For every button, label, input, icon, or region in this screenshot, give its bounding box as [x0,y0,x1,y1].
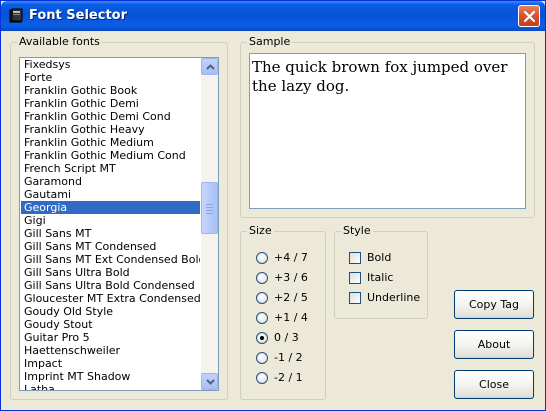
scroll-grip [206,213,213,214]
font-list-item[interactable]: Impact [21,357,200,370]
font-list-item[interactable]: Gautami [21,188,200,201]
checkbox-icon[interactable] [349,272,361,284]
font-list-scrollbar[interactable] [201,58,218,390]
style-option-bold[interactable]: Bold [349,251,421,265]
chevron-up-icon [206,64,215,70]
window-close-button[interactable] [518,5,540,27]
style-option-italic[interactable]: Italic [349,271,421,285]
sample-text: The quick brown fox jumped over the lazy… [252,58,508,95]
radio-button-icon[interactable] [256,272,268,284]
size-option-label: -2 / 1 [274,371,303,384]
font-list-item[interactable]: Gloucester MT Extra Condensed [21,292,200,305]
size-label: Size [247,224,274,237]
font-list-item[interactable]: Franklin Gothic Medium [21,136,200,149]
size-option[interactable]: -1 / 2 [256,351,316,365]
style-option-label: Bold [367,251,392,264]
size-option[interactable]: +2 / 5 [256,291,316,305]
app-book-icon [9,8,23,23]
sample-label: Sample [247,35,293,48]
scroll-up-button[interactable] [201,58,218,75]
font-list-item[interactable]: French Script MT [21,162,200,175]
font-list-item[interactable]: Latha [21,383,200,390]
radio-button-icon[interactable] [256,352,268,364]
font-selector-window: Font Selector Available fonts Fixedsys Fo… [0,0,546,411]
font-list-item[interactable]: Fixedsys [21,58,200,71]
checkbox-icon[interactable] [349,292,361,304]
chevron-down-icon [206,379,215,385]
size-option-label: +2 / 5 [274,291,308,304]
radio-button-icon[interactable] [256,332,268,344]
style-option-underline[interactable]: Underline [349,291,421,305]
font-list-item[interactable]: Gigi [21,214,200,227]
size-option-label: +4 / 7 [274,251,308,264]
radio-button-icon[interactable] [256,292,268,304]
font-list-item[interactable]: Franklin Gothic Demi Cond [21,110,200,123]
font-list-item[interactable]: Garamond [21,175,200,188]
size-option[interactable]: +4 / 7 [256,251,316,265]
style-option-label: Underline [367,291,421,304]
font-list-item[interactable]: Gill Sans MT Condensed [21,240,200,253]
font-list-item[interactable]: Gill Sans Ultra Bold [21,266,200,279]
font-list-item[interactable]: Haettenschweiler [21,344,200,357]
sample-preview: The quick brown fox jumped over the lazy… [249,53,526,209]
radio-button-icon[interactable] [256,312,268,324]
size-option[interactable]: 0 / 3 [256,331,316,345]
scroll-grip [206,204,213,205]
scroll-grip [206,207,213,208]
title-bar[interactable]: Font Selector [1,1,545,31]
font-list-item[interactable]: Goudy Stout [21,318,200,331]
font-list-item[interactable]: Franklin Gothic Heavy [21,123,200,136]
size-option[interactable]: -2 / 1 [256,371,316,385]
scroll-grip [206,210,213,211]
radio-button-icon[interactable] [256,252,268,264]
font-list-item[interactable]: Imprint MT Shadow [21,370,200,383]
copy-tag-button[interactable]: Copy Tag [454,290,534,319]
font-list-item[interactable]: Georgia [21,201,200,214]
radio-button-icon[interactable] [256,372,268,384]
font-list-item[interactable]: Guitar Pro 5 [21,331,200,344]
about-button[interactable]: About [454,330,534,359]
available-fonts-label: Available fonts [17,35,102,48]
scroll-down-button[interactable] [201,373,218,390]
scroll-thumb[interactable] [201,182,218,234]
style-label: Style [341,224,373,237]
size-option[interactable]: +3 / 6 [256,271,316,285]
font-list-item[interactable]: Forte [21,71,200,84]
size-option-label: +3 / 6 [274,271,308,284]
font-list-item[interactable]: Gill Sans Ultra Bold Condensed [21,279,200,292]
font-list: Fixedsys Forte Franklin Gothic Book Frankli… [21,58,200,390]
font-listbox[interactable]: Fixedsys Forte Franklin Gothic Book Frankli… [19,57,219,391]
size-option[interactable]: +1 / 4 [256,311,316,325]
close-icon [523,10,536,23]
font-list-item[interactable]: Franklin Gothic Medium Cond [21,149,200,162]
font-list-item[interactable]: Franklin Gothic Book [21,84,200,97]
size-option-label: +1 / 4 [274,311,308,324]
window-title: Font Selector [29,8,127,23]
font-list-item[interactable]: Gill Sans MT Ext Condensed Bold [21,253,200,266]
font-list-item[interactable]: Goudy Old Style [21,305,200,318]
style-option-label: Italic [367,271,394,284]
checkbox-icon[interactable] [349,252,361,264]
size-option-label: -1 / 2 [274,351,303,364]
close-button[interactable]: Close [454,370,534,399]
font-list-item[interactable]: Gill Sans MT [21,227,200,240]
size-option-label: 0 / 3 [274,331,299,344]
font-list-item[interactable]: Franklin Gothic Demi [21,97,200,110]
